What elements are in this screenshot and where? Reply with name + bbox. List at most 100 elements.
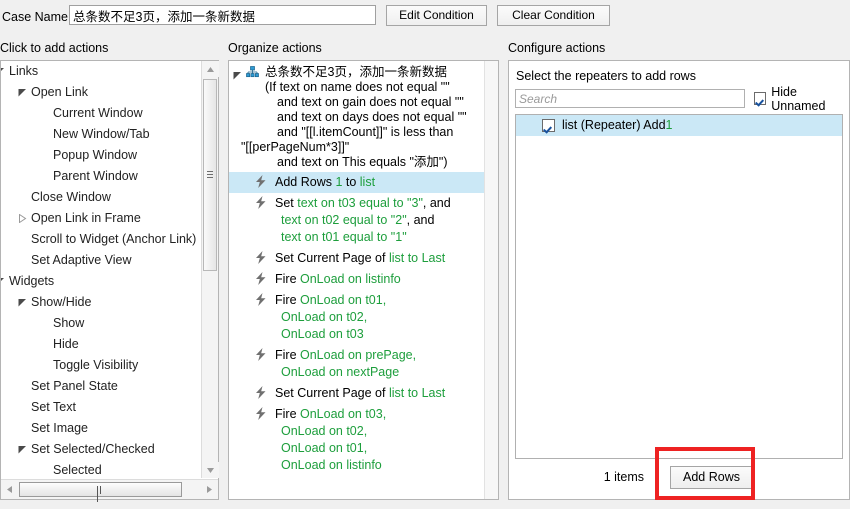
- chevron-expanded-icon[interactable]: [13, 292, 31, 313]
- action-row-line: OnLoad on t02,: [275, 309, 484, 326]
- action-row[interactable]: Fire OnLoad on listinfo: [229, 269, 484, 290]
- action-row[interactable]: Set Current Page of list to Last: [229, 248, 484, 269]
- action-rows-container[interactable]: Add Rows 1 to list Set text on t03 equal …: [229, 172, 484, 476]
- case-condition-line: "[[perPageNum*3]]": [241, 140, 350, 154]
- chevron-expanded-icon[interactable]: [1, 271, 9, 292]
- checkbox-checked-icon[interactable]: [542, 119, 555, 132]
- action-row-line: Fire OnLoad on t03,: [275, 406, 484, 423]
- action-tree-item[interactable]: Toggle Visibility: [1, 355, 201, 376]
- action-tree-item[interactable]: Set Image: [1, 418, 201, 439]
- action-tree-item[interactable]: Parent Window: [1, 166, 201, 187]
- case-condition-line: and text on gain does not equal "": [277, 95, 464, 109]
- lightning-bolt-icon: [255, 272, 267, 290]
- scrollbar-grip-icon: [207, 171, 213, 179]
- search-input[interactable]: [515, 89, 745, 108]
- hide-unnamed-checkbox[interactable]: Hide Unnamed: [754, 85, 849, 113]
- horizontal-scrollbar-thumb[interactable]: [19, 482, 182, 502]
- scroll-up-arrow-icon[interactable]: [202, 61, 219, 77]
- action-tree-item[interactable]: Hide: [1, 334, 201, 355]
- action-verb-text: Fire: [275, 293, 300, 307]
- action-tree[interactable]: Links Open Link Current Window New Window/T…: [1, 61, 201, 478]
- repeater-list[interactable]: list (Repeater) Add 1: [515, 114, 843, 459]
- action-tree-item[interactable]: Selected: [1, 460, 201, 478]
- action-tree-item[interactable]: Scroll to Widget (Anchor Link): [1, 229, 201, 250]
- action-tree-item[interactable]: Popup Window: [1, 145, 201, 166]
- chevron-expanded-icon[interactable]: [13, 439, 31, 460]
- action-row[interactable]: Fire OnLoad on t01, OnLoad on t02, OnLoad …: [229, 290, 484, 345]
- action-tree-item[interactable]: Widgets: [1, 271, 201, 292]
- action-tree-item-label: Set Text: [31, 400, 76, 414]
- action-target-text: OnLoad on listinfo: [281, 458, 382, 472]
- action-tree-item[interactable]: Close Window: [1, 187, 201, 208]
- repeater-list-item[interactable]: list (Repeater) Add 1: [516, 115, 842, 136]
- action-tree-item-label: Set Selected/Checked: [31, 442, 155, 456]
- action-tree-item[interactable]: Set Text: [1, 397, 201, 418]
- organize-actions-scrollbar[interactable]: [484, 61, 498, 499]
- action-tree-item[interactable]: Current Window: [1, 103, 201, 124]
- action-tree-item[interactable]: Show: [1, 313, 201, 334]
- action-tree-item[interactable]: New Window/Tab: [1, 124, 201, 145]
- scroll-left-arrow-icon[interactable]: [1, 480, 18, 499]
- action-tree-item-label: Open Link: [31, 85, 88, 99]
- case-condition-line: (If text on name does not equal "": [265, 80, 450, 94]
- action-row[interactable]: Set Current Page of list to Last: [229, 383, 484, 404]
- action-row[interactable]: Add Rows 1 to list: [229, 172, 484, 193]
- edit-condition-button[interactable]: Edit Condition: [386, 5, 487, 26]
- configure-actions-panel: Select the repeaters to add rows Hide Un…: [508, 60, 850, 500]
- action-tree-horizontal-scrollbar[interactable]: [1, 479, 218, 502]
- add-rows-button[interactable]: Add Rows: [670, 466, 753, 489]
- action-tree-item-label: Open Link in Frame: [31, 211, 141, 225]
- vertical-scrollbar-thumb[interactable]: [203, 79, 217, 271]
- action-tree-item[interactable]: Show/Hide: [1, 292, 201, 313]
- action-tree-item-label: Toggle Visibility: [53, 358, 139, 372]
- action-verb-text: Fire: [275, 348, 300, 362]
- action-row[interactable]: Fire OnLoad on t03, OnLoad on t02, OnLoad …: [229, 404, 484, 476]
- action-tree-item[interactable]: Open Link: [1, 82, 201, 103]
- action-target-text: text on t02 equal to "2": [281, 213, 407, 227]
- case-title-row[interactable]: 总条数不足3页，添加一条新数据: [229, 64, 482, 80]
- action-target-text: text on t03 equal to "3": [297, 196, 423, 210]
- action-tree-item[interactable]: Set Selected/Checked: [1, 439, 201, 460]
- lightning-bolt-icon: [255, 293, 267, 311]
- action-verb-text: Fire: [275, 272, 300, 286]
- scroll-right-arrow-icon[interactable]: [201, 480, 218, 499]
- case-title-text: 总条数不足3页，添加一条新数据: [265, 65, 447, 79]
- action-target-text: OnLoad on t03: [281, 327, 364, 341]
- action-tree-item[interactable]: Set Adaptive View: [1, 250, 201, 271]
- scroll-down-arrow-icon[interactable]: [202, 462, 219, 478]
- case-name-label: Case Name: [2, 10, 68, 24]
- action-verb-text: Fire: [275, 407, 300, 421]
- action-row-line: Fire OnLoad on prePage,: [275, 347, 484, 364]
- action-row-line: OnLoad on t01,: [275, 440, 484, 457]
- action-target-text: OnLoad on nextPage: [281, 365, 400, 379]
- repeater-row-count: 1: [665, 118, 673, 132]
- action-tree-item[interactable]: Open Link in Frame: [1, 208, 201, 229]
- repeater-name-label: list (Repeater) Add: [562, 118, 666, 132]
- action-verb-text: Set: [275, 196, 298, 210]
- case-condition-block: (If text on name does not equal "" and te…: [229, 80, 482, 170]
- chevron-collapsed-icon[interactable]: [13, 208, 31, 229]
- case-name-input[interactable]: [69, 5, 376, 25]
- click-to-add-actions-caption: Click to add actions: [0, 41, 109, 55]
- action-row[interactable]: Set text on t03 equal to "3", and text on…: [229, 193, 484, 248]
- action-row-line: OnLoad on listinfo: [275, 457, 484, 474]
- configure-actions-caption: Configure actions: [508, 41, 606, 55]
- chevron-expanded-icon[interactable]: [1, 61, 9, 82]
- action-row[interactable]: Fire OnLoad on prePage, OnLoad on nextPag…: [229, 345, 484, 383]
- action-row-line: Set Current Page of list to Last: [275, 250, 484, 267]
- chevron-expanded-icon[interactable]: [13, 82, 31, 103]
- action-tree-vertical-scrollbar[interactable]: [201, 61, 219, 478]
- lightning-bolt-icon: [255, 386, 267, 404]
- action-tree-item[interactable]: Set Panel State: [1, 376, 201, 397]
- case-header[interactable]: 总条数不足3页，添加一条新数据 (If text on name does no…: [229, 61, 484, 172]
- chevron-expanded-icon[interactable]: [233, 68, 242, 84]
- action-tree-item[interactable]: Links: [1, 61, 201, 82]
- lightning-bolt-icon: [255, 407, 267, 425]
- action-tree-item-label: New Window/Tab: [53, 127, 150, 141]
- sitemap-icon: [246, 66, 259, 82]
- clear-condition-button[interactable]: Clear Condition: [497, 5, 610, 26]
- checkbox-checked-icon[interactable]: [754, 92, 767, 105]
- action-row-line: Fire OnLoad on t01,: [275, 292, 484, 309]
- case-condition-line: and text on days does not equal "": [277, 110, 467, 124]
- organize-actions-list[interactable]: 总条数不足3页，添加一条新数据 (If text on name does no…: [229, 61, 484, 499]
